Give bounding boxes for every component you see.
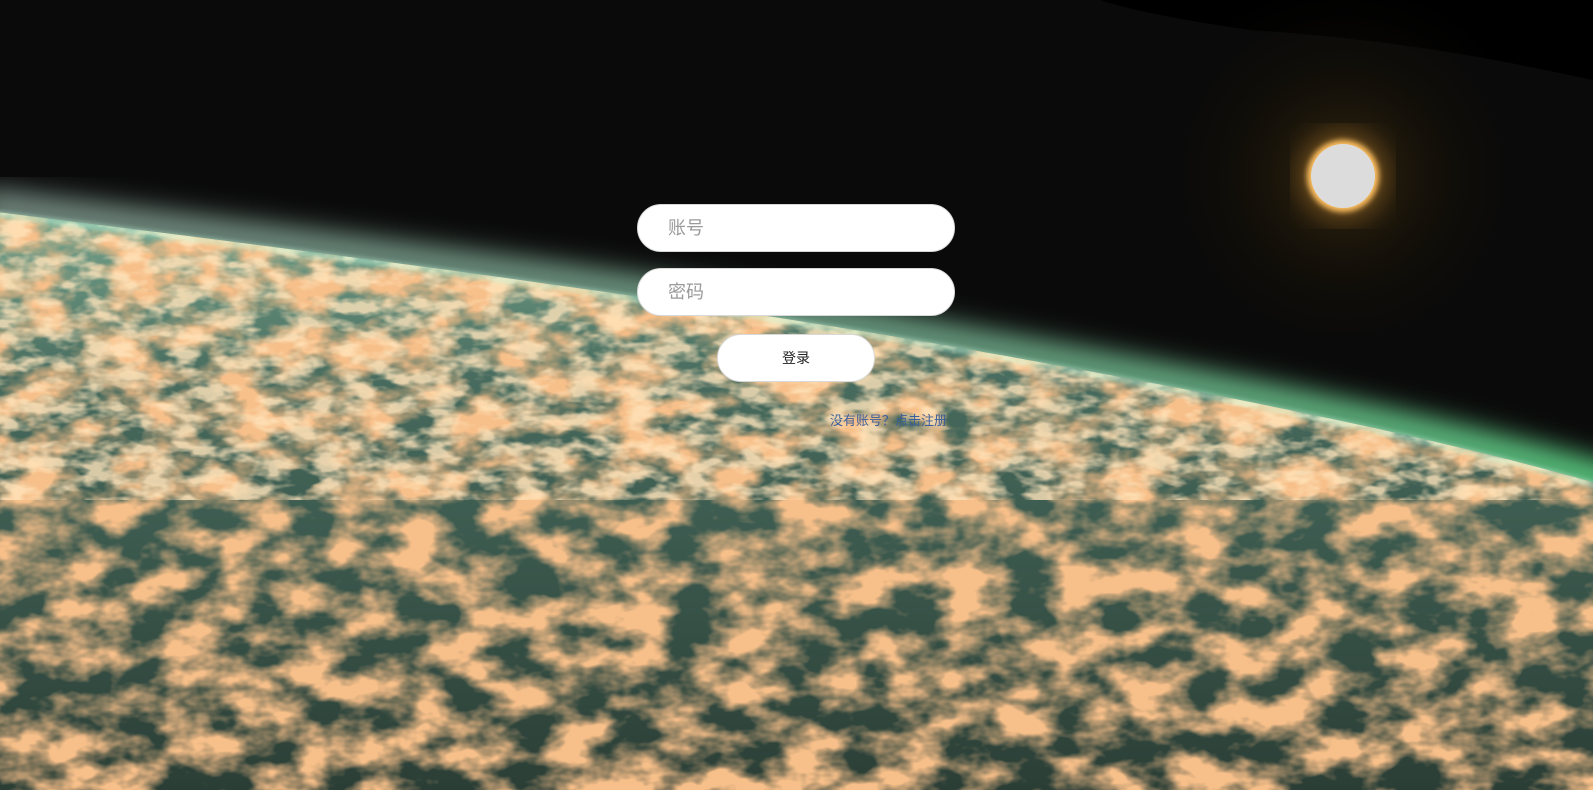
register-link[interactable]: 没有账号？点击注册 (830, 410, 947, 429)
login-button[interactable]: 登录 (717, 334, 875, 382)
login-form: 登录 没有账号？点击注册 (0, 0, 1593, 790)
account-input[interactable] (637, 204, 955, 252)
password-input[interactable] (637, 268, 955, 316)
